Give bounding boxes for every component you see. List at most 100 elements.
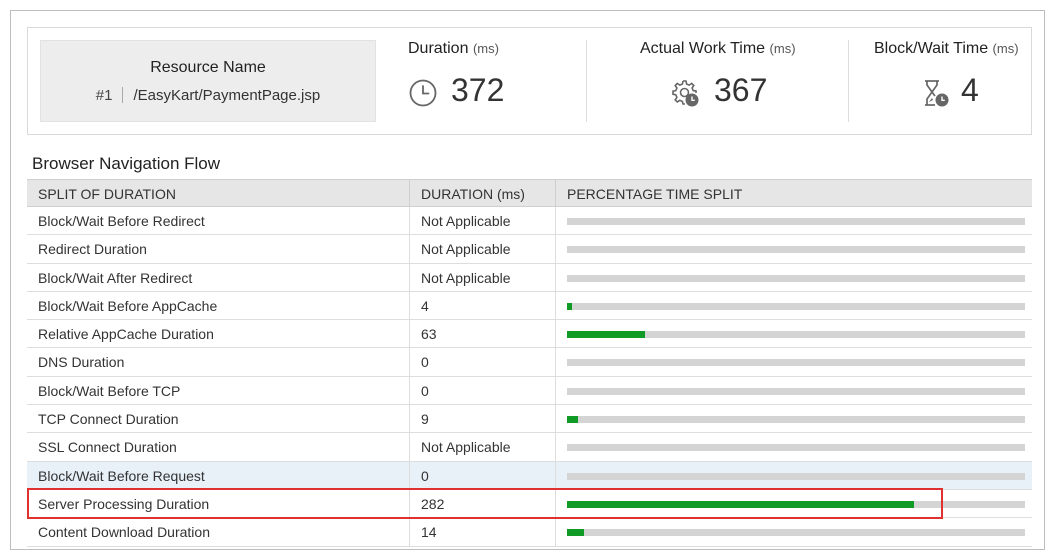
- percentage-bar-track: [567, 472, 1025, 480]
- split-name-cell: Redirect Duration: [38, 241, 147, 258]
- table-row[interactable]: Block/Wait Before Request 0: [27, 461, 1032, 490]
- table-header: SPLIT OF DURATION DURATION (ms) PERCENTA…: [27, 179, 1032, 208]
- column-divider: [409, 320, 410, 348]
- summary-card: Resource Name #1/EasyKart/PaymentPage.js…: [27, 27, 1032, 135]
- table-row[interactable]: Redirect Duration Not Applicable: [27, 235, 1032, 264]
- column-divider: [555, 376, 556, 405]
- percentage-bar-fill: [567, 331, 645, 339]
- block-wait-time-label: Block/Wait Time (ms): [874, 40, 1019, 57]
- clock-icon: [409, 79, 437, 107]
- metric-divider: [848, 40, 849, 122]
- column-divider: [555, 263, 556, 291]
- actual-work-time-value: 367: [714, 72, 768, 108]
- percentage-bar-track: [567, 359, 1025, 367]
- resource-number: #1: [95, 87, 113, 104]
- column-divider: [555, 433, 556, 461]
- resource-details-panel: Resource Name #1/EasyKart/PaymentPage.js…: [10, 10, 1045, 550]
- duration-cell: 9: [421, 411, 429, 428]
- column-divider: [409, 180, 410, 208]
- column-header-split[interactable]: SPLIT OF DURATION: [38, 186, 176, 202]
- column-divider: [555, 348, 556, 376]
- column-divider: [555, 235, 556, 263]
- metric-divider: [586, 40, 587, 122]
- column-divider: [409, 376, 410, 405]
- percentage-bar-fill: [567, 529, 585, 537]
- split-name-cell: Block/Wait Before TCP: [38, 382, 181, 399]
- column-divider: [409, 263, 410, 291]
- percentage-bar-track: [567, 274, 1025, 282]
- table-row[interactable]: Block/Wait Before Redirect Not Applicable: [27, 207, 1032, 236]
- percentage-bar-fill: [567, 416, 579, 424]
- resource-name-box: Resource Name #1/EasyKart/PaymentPage.js…: [40, 40, 376, 122]
- duration-cell: 0: [421, 382, 429, 399]
- split-name-cell: Relative AppCache Duration: [38, 326, 214, 343]
- table-row[interactable]: Content Download Duration 14: [27, 518, 1032, 547]
- column-divider: [555, 207, 556, 235]
- column-divider: [555, 291, 556, 320]
- duration-cell: 282: [421, 495, 445, 512]
- table-row[interactable]: DNS Duration 0: [27, 348, 1032, 377]
- resource-path-text: /EasyKart/PaymentPage.jsp: [133, 87, 321, 104]
- table-body: Block/Wait Before Redirect Not Applicable…: [27, 207, 1032, 547]
- column-divider: [409, 348, 410, 376]
- split-name-cell: Content Download Duration: [38, 524, 210, 541]
- percentage-bar-track: [567, 444, 1025, 452]
- split-name-cell: Block/Wait Before Request: [38, 467, 205, 484]
- percentage-bar-fill: [567, 302, 573, 310]
- section-title: Browser Navigation Flow: [32, 154, 221, 173]
- block-wait-time-value: 4: [961, 72, 979, 108]
- column-divider: [555, 489, 556, 518]
- column-header-duration[interactable]: DURATION (ms): [421, 186, 525, 202]
- column-divider: [555, 518, 556, 546]
- resource-path: #1/EasyKart/PaymentPage.jsp: [41, 87, 375, 104]
- percentage-bar-track: [567, 387, 1025, 395]
- duration-cell: 0: [421, 354, 429, 371]
- column-divider: [409, 405, 410, 433]
- duration-cell: 0: [421, 467, 429, 484]
- duration-cell: 14: [421, 524, 437, 541]
- split-name-cell: Server Processing Duration: [38, 495, 210, 512]
- duration-label: Duration (ms): [408, 40, 499, 57]
- percentage-bar-track: [567, 416, 1025, 424]
- duration-value: 372: [451, 72, 505, 108]
- table-row[interactable]: Block/Wait After Redirect Not Applicable: [27, 263, 1032, 292]
- percentage-bar-track: [567, 218, 1025, 225]
- duration-cell: 4: [421, 297, 429, 314]
- split-name-cell: Block/Wait After Redirect: [38, 269, 193, 286]
- column-header-percentage[interactable]: PERCENTAGE TIME SPLIT: [567, 186, 742, 202]
- resource-separator: [122, 87, 124, 103]
- block-wait-time-metric: Block/Wait Time (ms) 4: [858, 28, 1033, 134]
- table-row[interactable]: Server Processing Duration 282: [27, 489, 1032, 519]
- split-name-cell: SSL Connect Duration: [38, 439, 177, 456]
- column-divider: [409, 489, 410, 518]
- column-divider: [409, 518, 410, 546]
- column-divider: [409, 291, 410, 320]
- duration-cell: Not Applicable: [421, 213, 511, 229]
- duration-cell: Not Applicable: [421, 439, 511, 456]
- duration-cell: 63: [421, 326, 437, 343]
- table-row[interactable]: Block/Wait Before TCP 0: [27, 376, 1032, 406]
- column-divider: [409, 461, 410, 489]
- table-row[interactable]: Relative AppCache Duration 63: [27, 320, 1032, 349]
- column-divider: [555, 320, 556, 348]
- column-divider: [555, 180, 556, 208]
- column-divider: [409, 235, 410, 263]
- actual-work-time-metric: Actual Work Time (ms) 367: [628, 28, 848, 134]
- column-divider: [409, 207, 410, 235]
- split-name-cell: Block/Wait Before AppCache: [38, 297, 218, 314]
- percentage-bar-track: [567, 529, 1025, 537]
- column-divider: [555, 405, 556, 433]
- column-divider: [555, 461, 556, 489]
- table-row[interactable]: SSL Connect Duration Not Applicable: [27, 433, 1032, 462]
- column-divider: [409, 433, 410, 461]
- duration-metric: Duration (ms) 372: [398, 28, 578, 134]
- gear-clock-icon: [672, 80, 699, 107]
- percentage-bar-track: [567, 246, 1025, 254]
- resource-name-label: Resource Name: [150, 59, 266, 76]
- table-row[interactable]: Block/Wait Before AppCache 4: [27, 291, 1032, 321]
- duration-cell: Not Applicable: [421, 269, 511, 286]
- split-name-cell: DNS Duration: [38, 354, 125, 371]
- actual-work-time-label: Actual Work Time (ms): [640, 40, 796, 57]
- hourglass-clock-icon: [925, 80, 949, 107]
- table-row[interactable]: TCP Connect Duration 9: [27, 405, 1032, 434]
